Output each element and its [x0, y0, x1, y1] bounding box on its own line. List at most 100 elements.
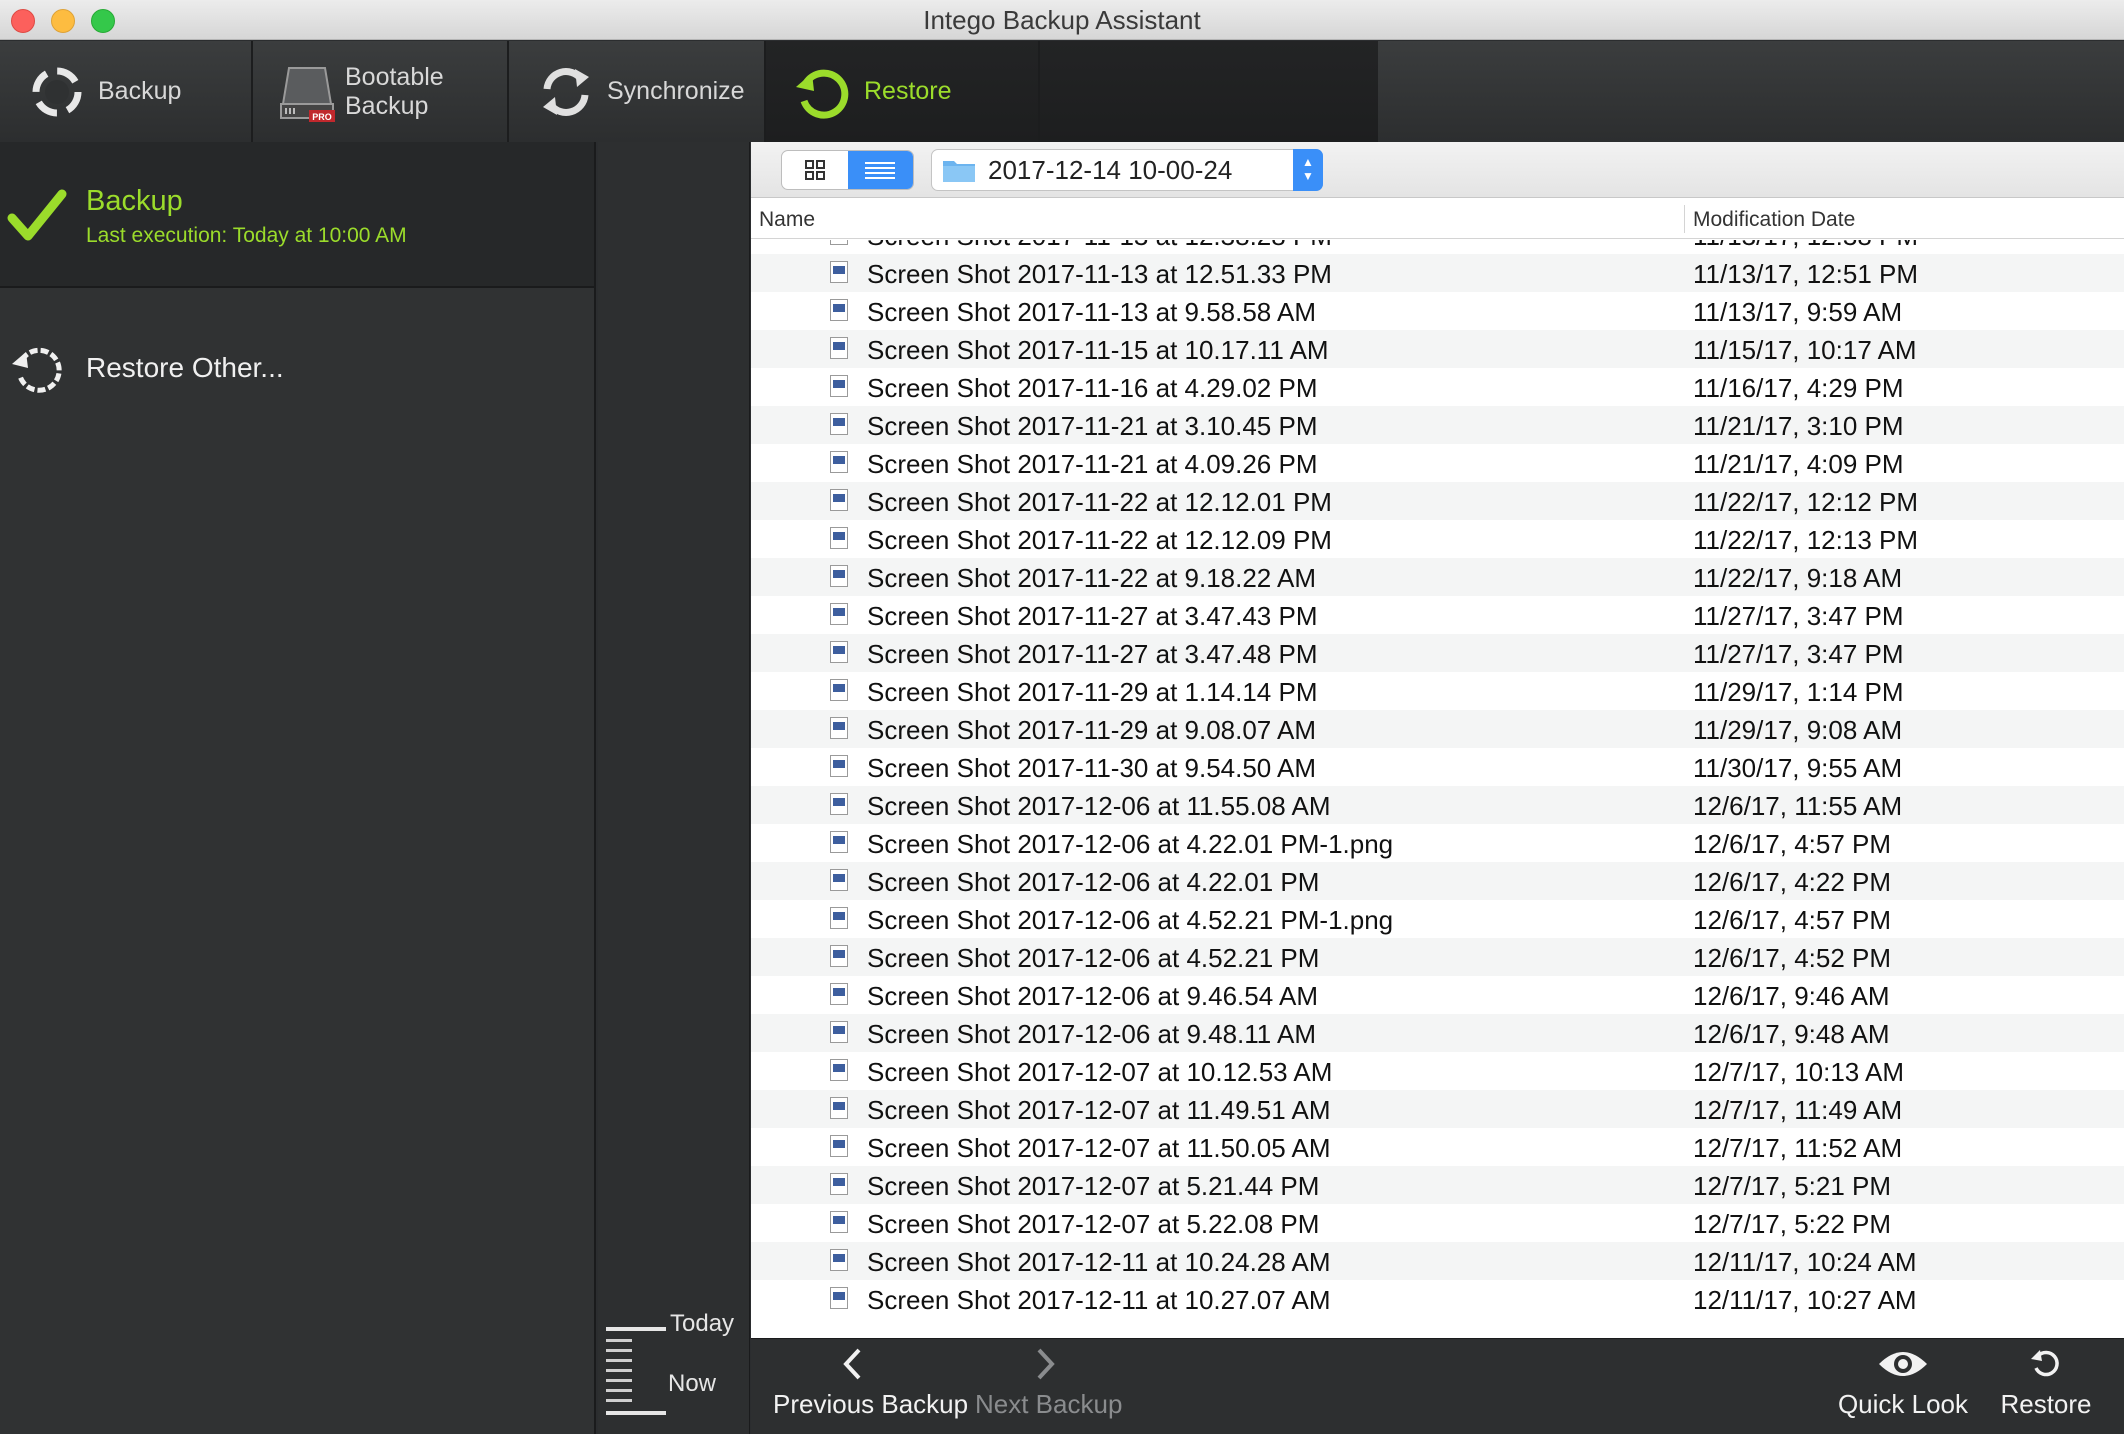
png-file-icon [830, 240, 848, 245]
png-file-icon [830, 641, 848, 663]
file-modification-date: 12/6/17, 4:22 PM [1693, 867, 1892, 897]
column-header-modification-date[interactable]: Modification Date [1693, 208, 1855, 232]
sidebar-item-subtitle: Last execution: Today at 10:00 AM [86, 224, 407, 247]
table-row[interactable]: Screen Shot 2017-11-13 at 12.51.33 PM 11/… [751, 254, 2124, 292]
sidebar-item-backup[interactable]: Backup Last execution: Today at 10:00 AM [0, 142, 594, 288]
file-modification-date: 12/7/17, 5:22 PM [1693, 1209, 1892, 1239]
table-row[interactable]: Screen Shot 2017-12-07 at 5.22.08 PM 12/7… [751, 1204, 2124, 1242]
file-modification-date: 12/6/17, 4:57 PM [1693, 829, 1892, 859]
table-row[interactable]: Screen Shot 2017-12-11 at 10.27.07 AM 12/… [751, 1280, 2124, 1318]
file-name: Screen Shot 2017-11-15 at 10.17.11 AM [867, 335, 1329, 365]
table-row[interactable]: Screen Shot 2017-11-13 at 9.58.58 AM 11/1… [751, 292, 2124, 330]
file-modification-date: 11/13/17, 12:51 PM [1693, 259, 1919, 289]
restore-button[interactable]: Restore [1991, 1339, 2101, 1434]
file-modification-date: 12/6/17, 4:57 PM [1693, 905, 1892, 935]
main-toolbar: Backup PRO Bootable Backup Synchronize R… [0, 41, 2124, 142]
table-row[interactable]: Screen Shot 2017-12-06 at 9.48.11 AM 12/6… [751, 1014, 2124, 1052]
file-name: Screen Shot 2017-12-07 at 11.50.05 AM [867, 1133, 1331, 1163]
file-name: Screen Shot 2017-11-13 at 9.58.58 AM [867, 297, 1317, 327]
file-name: Screen Shot 2017-11-22 at 12.12.09 PM [867, 525, 1332, 555]
next-backup-label: Next Backup [975, 1389, 1123, 1419]
file-modification-date: 11/29/17, 9:08 AM [1693, 715, 1903, 745]
file-name: Screen Shot 2017-12-06 at 9.46.54 AM [867, 981, 1318, 1011]
table-row[interactable]: Screen Shot 2017-11-21 at 3.10.45 PM 11/2… [751, 406, 2124, 444]
file-name: Screen Shot 2017-11-29 at 9.08.07 AM [867, 715, 1317, 745]
chevron-left-icon [773, 1339, 933, 1389]
file-modification-date: 11/27/17, 3:47 PM [1693, 601, 1904, 631]
table-row[interactable]: Screen Shot 2017-12-07 at 10.12.53 AM 12/… [751, 1052, 2124, 1090]
table-row[interactable]: Screen Shot 2017-11-27 at 3.47.43 PM 11/2… [751, 596, 2124, 634]
timeline-today-label: Today [670, 1310, 735, 1337]
png-file-icon [830, 375, 848, 397]
next-backup-button[interactable]: Next Backup [975, 1339, 1123, 1434]
png-file-icon [830, 413, 848, 435]
png-file-icon [830, 527, 848, 549]
file-name: Screen Shot 2017-11-16 at 4.29.02 PM [867, 373, 1318, 403]
file-name: Screen Shot 2017-12-06 at 4.52.21 PM [867, 943, 1320, 973]
file-modification-date: 11/13/17, 12:38 PM [1693, 240, 1918, 252]
file-name: Screen Shot 2017-12-11 at 10.27.07 AM [867, 1285, 1331, 1315]
previous-backup-button[interactable]: Previous Backup [773, 1339, 968, 1434]
table-row[interactable]: Screen Shot 2017-12-06 at 9.46.54 AM 12/6… [751, 976, 2124, 1014]
restore-label: Restore [2000, 1389, 2092, 1419]
tab-bootable-backup[interactable]: PRO Bootable Backup [253, 41, 509, 142]
table-row[interactable]: Screen Shot 2017-11-29 at 9.08.07 AM 11/2… [751, 710, 2124, 748]
table-row[interactable]: Screen Shot 2017-11-15 at 10.17.11 AM 11/… [751, 330, 2124, 368]
tab-synchronize[interactable]: Synchronize [509, 41, 766, 142]
table-row[interactable]: Screen Shot 2017-12-07 at 5.21.44 PM 12/7… [751, 1166, 2124, 1204]
table-row[interactable]: Screen Shot 2017-12-06 at 11.55.08 AM 12/… [751, 786, 2124, 824]
png-file-icon [830, 1249, 848, 1271]
table-row[interactable]: Screen Shot 2017-11-22 at 12.12.09 PM 11/… [751, 520, 2124, 558]
png-file-icon [830, 1021, 848, 1043]
quick-look-button[interactable]: Quick Look [1831, 1339, 1975, 1434]
table-row[interactable]: Screen Shot 2017-12-11 at 10.24.28 AM 12/… [751, 1242, 2124, 1280]
table-row[interactable]: Screen Shot 2017-11-22 at 9.18.22 AM 11/2… [751, 558, 2124, 596]
table-row[interactable]: Screen Shot 2017-12-07 at 11.49.51 AM 12/… [751, 1090, 2124, 1128]
list-view-button[interactable] [847, 151, 913, 189]
table-row[interactable]: Screen Shot 2017-11-13 at 12.38.28 PM 11/… [751, 240, 2124, 254]
file-modification-date: 12/6/17, 9:48 AM [1693, 1019, 1890, 1049]
table-row[interactable]: Screen Shot 2017-12-06 at 4.22.01 PM-1.p… [751, 824, 2124, 862]
snapshot-popup[interactable]: 2017-12-14 10-00-24 ▲ ▼ [931, 149, 1323, 191]
column-header-name[interactable]: Name [759, 208, 815, 232]
file-name: Screen Shot 2017-11-27 at 3.47.43 PM [867, 601, 1318, 631]
png-file-icon [830, 489, 848, 511]
file-modification-date: 11/13/17, 9:59 AM [1693, 297, 1903, 327]
table-row[interactable]: Screen Shot 2017-11-22 at 12.12.01 PM 11/… [751, 482, 2124, 520]
restore-arrow-icon [12, 347, 62, 393]
table-row[interactable]: Screen Shot 2017-11-27 at 3.47.48 PM 11/2… [751, 634, 2124, 672]
file-name: Screen Shot 2017-12-07 at 5.22.08 PM [867, 1209, 1320, 1239]
png-file-icon [830, 679, 848, 701]
file-modification-date: 11/27/17, 3:47 PM [1693, 639, 1904, 669]
table-row[interactable]: Screen Shot 2017-12-06 at 4.52.21 PM-1.p… [751, 900, 2124, 938]
table-row[interactable]: Screen Shot 2017-11-21 at 4.09.26 PM 11/2… [751, 444, 2124, 482]
folder-icon [943, 161, 975, 182]
file-name: Screen Shot 2017-11-22 at 9.18.22 AM [867, 563, 1317, 593]
table-row[interactable]: Screen Shot 2017-11-16 at 4.29.02 PM 11/1… [751, 368, 2124, 406]
file-modification-date: 11/29/17, 1:14 PM [1693, 677, 1904, 707]
icon-view-button[interactable] [782, 151, 848, 189]
sidebar-item-restore-other[interactable]: Restore Other... [0, 332, 594, 404]
table-row[interactable]: Screen Shot 2017-11-29 at 1.14.14 PM 11/2… [751, 672, 2124, 710]
file-name: Screen Shot 2017-11-21 at 4.09.26 PM [867, 449, 1318, 479]
file-modification-date: 12/11/17, 10:24 AM [1693, 1247, 1917, 1277]
table-row[interactable]: Screen Shot 2017-12-06 at 4.22.01 PM 12/6… [751, 862, 2124, 900]
view-mode-control [781, 150, 914, 190]
file-modification-date: 12/6/17, 11:55 AM [1693, 791, 1903, 821]
column-divider[interactable] [1684, 205, 1685, 233]
file-name: Screen Shot 2017-11-29 at 1.14.14 PM [867, 677, 1318, 707]
file-name: Screen Shot 2017-12-06 at 4.52.21 PM-1.p… [867, 905, 1394, 935]
png-file-icon [830, 755, 848, 777]
timeline-ticks [606, 1327, 666, 1415]
file-list[interactable]: Screen Shot 2017-11-13 at 12.38.28 PM 11/… [751, 240, 2124, 1338]
table-row[interactable]: Screen Shot 2017-12-06 at 4.52.21 PM 12/6… [751, 938, 2124, 976]
backup-timeline[interactable]: Today Now [598, 142, 750, 1434]
png-file-icon [830, 945, 848, 967]
tab-backup[interactable]: Backup [0, 41, 253, 142]
tab-restore[interactable]: Restore [766, 41, 1378, 142]
toolbar-divider [1038, 41, 1040, 142]
table-row[interactable]: Screen Shot 2017-12-07 at 11.50.05 AM 12/… [751, 1128, 2124, 1166]
table-row[interactable]: Screen Shot 2017-11-30 at 9.54.50 AM 11/3… [751, 748, 2124, 786]
app-window: Intego Backup Assistant Backup PRO Boota… [0, 0, 2124, 1434]
file-name: Screen Shot 2017-11-30 at 9.54.50 AM [867, 753, 1317, 783]
